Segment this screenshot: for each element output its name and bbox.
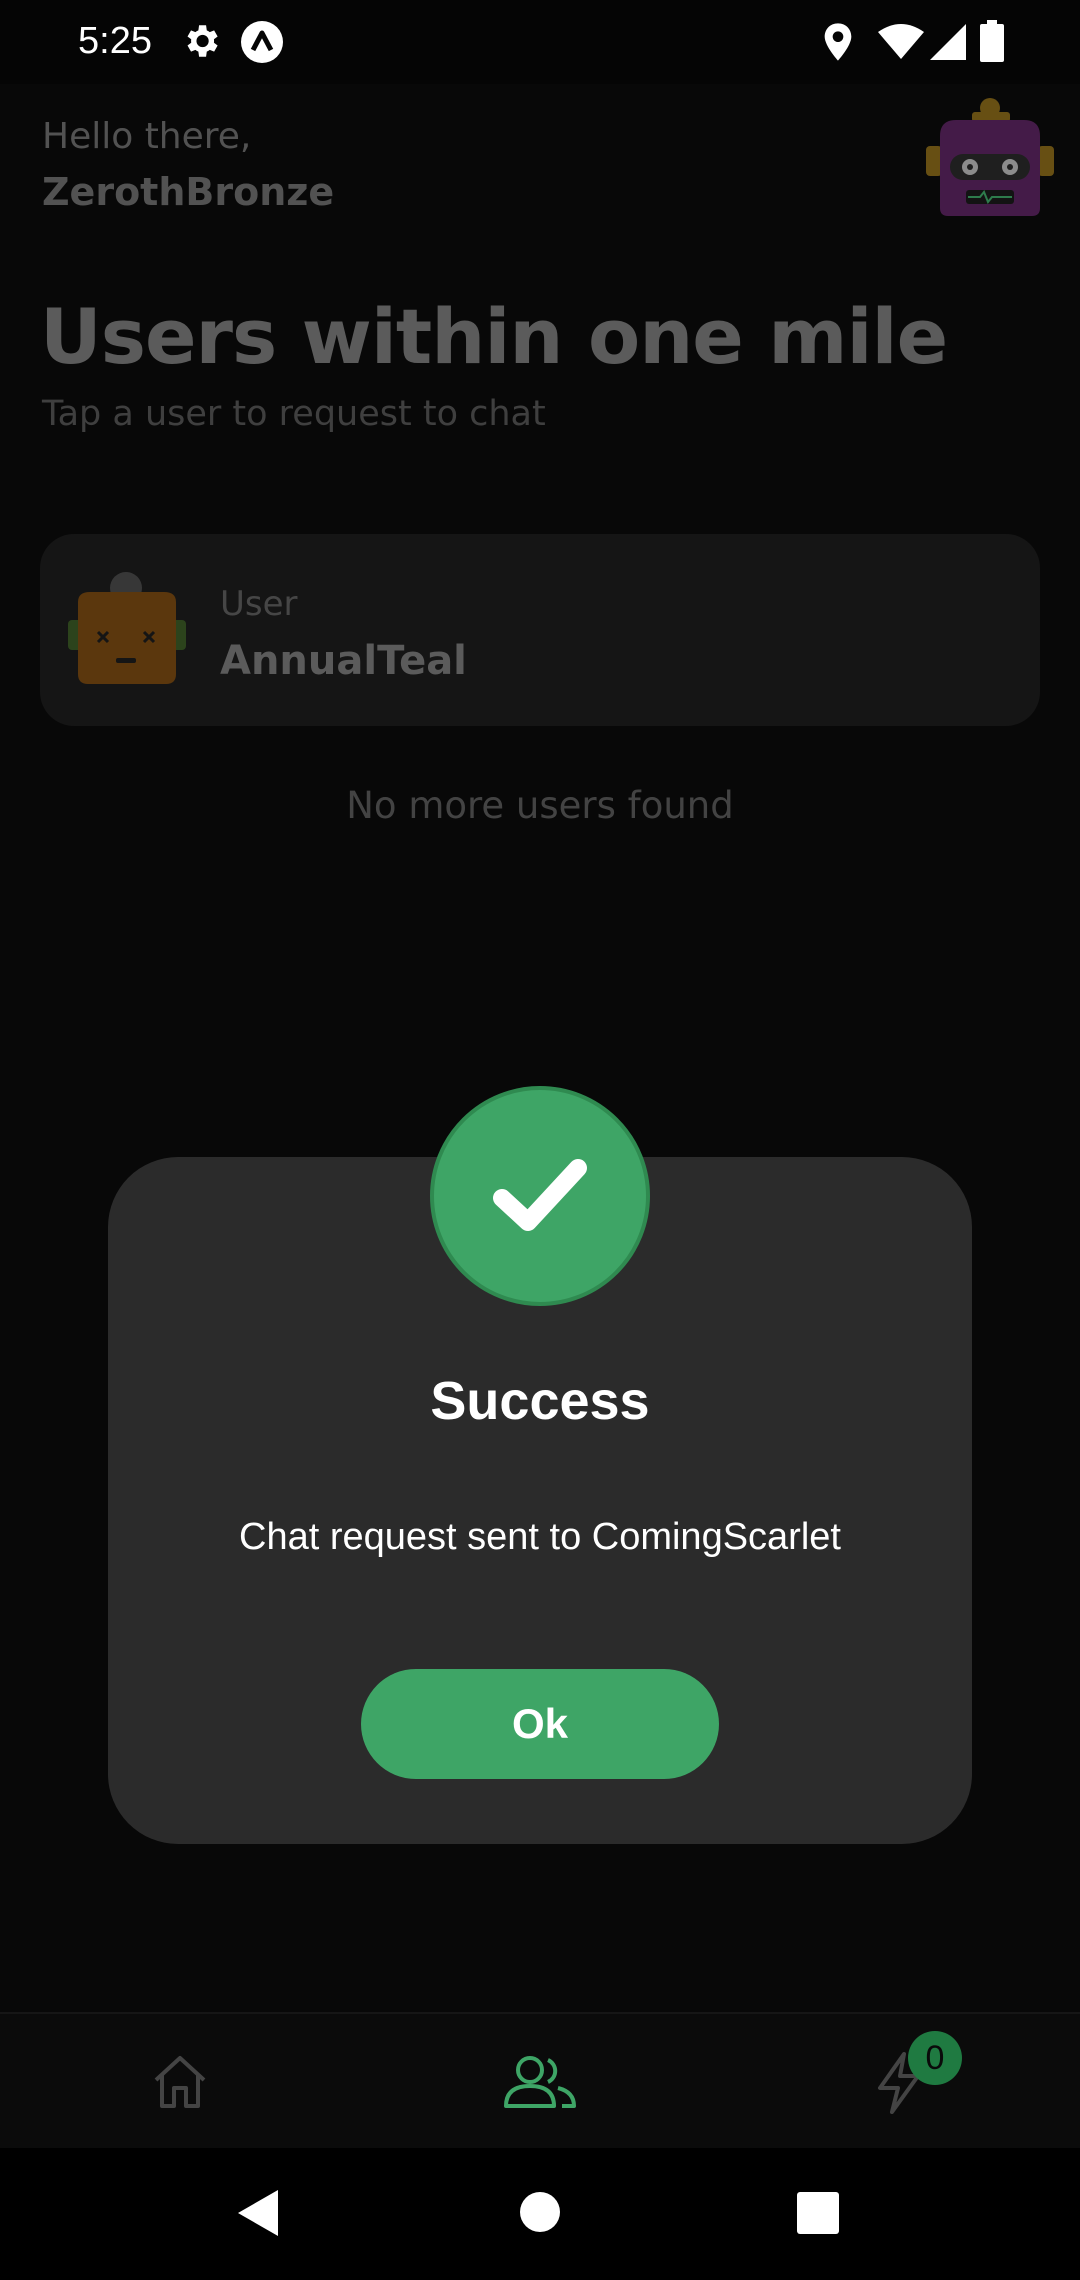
dialog-title: Success <box>430 1371 650 1431</box>
location-icon <box>822 22 854 66</box>
recents-icon[interactable] <box>797 2192 839 2238</box>
dialog-message: Chat request sent to ComingScarlet <box>239 1516 841 1558</box>
screen: 5:25 Hello there, ZerothBronze Users wit… <box>0 0 1080 2280</box>
bottom-nav <box>0 2012 1080 2148</box>
success-check-icon <box>430 1086 650 1306</box>
battery-icon <box>980 20 1004 66</box>
wifi-icon <box>878 24 924 64</box>
signal-icon <box>930 24 966 64</box>
status-bar: 5:25 <box>0 0 1080 84</box>
users-icon[interactable] <box>502 2052 578 2116</box>
a-logo-icon <box>240 20 284 68</box>
system-nav-bar <box>0 2148 1080 2280</box>
ok-button[interactable]: Ok <box>361 1669 719 1779</box>
notification-badge: 0 <box>908 2031 962 2085</box>
gear-icon <box>180 18 222 68</box>
back-icon[interactable] <box>236 2188 280 2242</box>
status-time: 5:25 <box>78 20 152 62</box>
home-icon[interactable] <box>150 2052 210 2116</box>
home-circle-icon[interactable] <box>518 2190 562 2238</box>
